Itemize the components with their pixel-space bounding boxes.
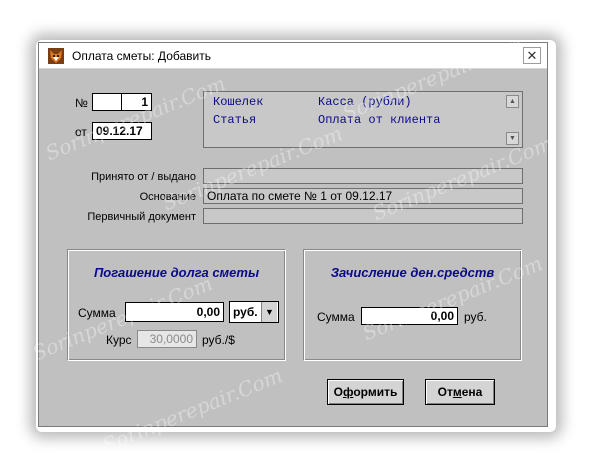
- scroll-up-icon[interactable]: ▲: [506, 95, 519, 108]
- debt-group: Погашение долга сметы Сумма 0,00 руб. ▼ …: [67, 249, 286, 361]
- debt-group-title: Погашение долга сметы: [93, 265, 260, 280]
- number-label: №: [75, 96, 88, 110]
- info-panel: Кошелек Касса (рубли) Статья Оплата от к…: [203, 91, 523, 148]
- basis-label: Основание: [139, 191, 196, 203]
- debt-sum-field[interactable]: 0,00: [125, 302, 224, 322]
- primary-doc-label: Первичный документ: [87, 211, 196, 223]
- debt-sum-label: Сумма: [78, 306, 116, 320]
- rate-unit: руб./$: [202, 333, 235, 347]
- wallet-value: Касса (рубли): [318, 95, 412, 109]
- chevron-down-icon[interactable]: ▼: [261, 302, 277, 322]
- wallet-key: Кошелек: [213, 95, 264, 109]
- cancel-label-post: ена: [461, 385, 483, 399]
- scroll-down-icon[interactable]: ▼: [506, 132, 519, 145]
- primary-doc-field[interactable]: [203, 208, 523, 224]
- submit-label-pre: О: [333, 385, 343, 399]
- number-prefix-field[interactable]: [92, 93, 122, 111]
- submit-label-post: ормить: [353, 385, 398, 399]
- currency-select[interactable]: руб. ▼: [229, 301, 279, 323]
- close-icon[interactable]: ✕: [523, 47, 541, 64]
- article-value: Оплата от клиента: [318, 113, 441, 127]
- window-title: Оплата сметы: Добавить: [72, 49, 211, 63]
- article-key: Статья: [213, 113, 257, 127]
- cancel-label-hotkey: м: [452, 385, 462, 399]
- basis-field[interactable]: Оплата по смете № 1 от 09.12.17: [203, 188, 523, 204]
- credit-group-title: Зачисление ден.средств: [330, 265, 495, 280]
- date-field[interactable]: 09.12.17: [92, 122, 152, 140]
- credit-group: Зачисление ден.средств Сумма 0,00 руб.: [303, 249, 522, 361]
- title-bar[interactable]: Оплата сметы: Добавить ✕: [39, 43, 547, 69]
- cancel-label-pre: От: [437, 385, 453, 399]
- received-field[interactable]: [203, 168, 523, 184]
- credit-sum-label: Сумма: [317, 310, 355, 324]
- cancel-button[interactable]: Отмена: [425, 379, 495, 405]
- submit-label-hotkey: ф: [342, 385, 354, 399]
- currency-select-value: руб.: [233, 305, 258, 319]
- watermark-text: Sorinperepair.Com: [42, 71, 229, 166]
- rate-field: 30,0000: [137, 330, 197, 348]
- fox-head-icon: [48, 48, 64, 64]
- submit-button[interactable]: Оформить: [327, 379, 404, 405]
- received-label: Принято от / выдано: [91, 171, 196, 183]
- watermark-text: Sorinperepair.Com: [99, 363, 286, 458]
- rate-label: Курс: [106, 333, 132, 347]
- date-label: от: [75, 125, 87, 139]
- credit-sum-unit: руб.: [464, 310, 487, 324]
- payment-dialog: Оплата сметы: Добавить ✕ № 1 от 09.12.17…: [29, 31, 556, 457]
- number-field[interactable]: 1: [121, 93, 152, 111]
- credit-sum-field[interactable]: 0,00: [361, 307, 458, 325]
